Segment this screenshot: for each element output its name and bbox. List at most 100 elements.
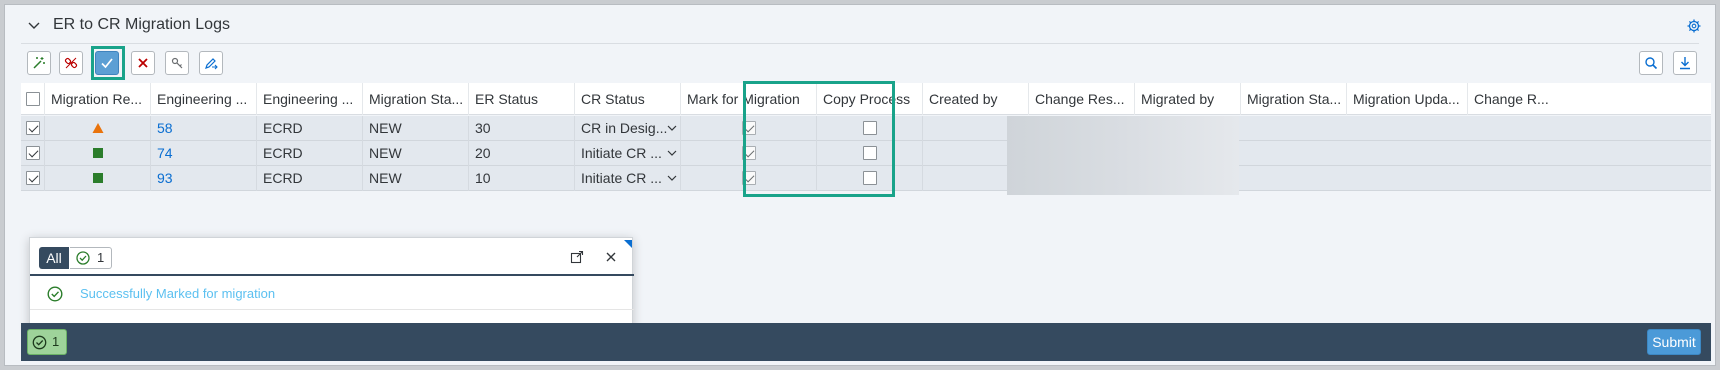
gear-icon[interactable] — [1687, 19, 1701, 33]
row-select-checkbox[interactable] — [26, 121, 40, 135]
unlink-button[interactable] — [59, 51, 83, 75]
engineering-type-cell: ECRD — [257, 166, 363, 191]
submit-button[interactable]: Submit — [1647, 329, 1701, 355]
resize-corner-icon — [624, 240, 632, 248]
copy-process-cell — [817, 116, 923, 141]
col-change-responsible[interactable]: Change Res... — [1029, 83, 1135, 115]
migration-result-cell — [45, 166, 151, 191]
col-engineering-type[interactable]: Engineering ... — [257, 83, 363, 115]
message-popover: All 1 Successfully Marked for migration — [29, 237, 634, 331]
copy-process-checkbox[interactable] — [863, 171, 877, 185]
select-all-cell — [21, 83, 45, 115]
download-icon — [1680, 57, 1690, 70]
message-popover-header: All 1 — [30, 238, 634, 276]
mark-for-migration-cell — [681, 141, 817, 166]
col-migration-updated[interactable]: Migration Upda... — [1347, 83, 1468, 115]
copy-process-cell — [817, 141, 923, 166]
copy-process-checkbox[interactable] — [863, 121, 877, 135]
detach-icon[interactable] — [570, 250, 584, 264]
filter-success-button[interactable]: 1 — [70, 247, 112, 269]
chevron-down-icon[interactable] — [667, 124, 677, 132]
engineering-type-cell: ECRD — [257, 141, 363, 166]
copy-process-checkbox[interactable] — [863, 146, 877, 160]
success-circle-icon — [32, 335, 47, 350]
table-row[interactable]: 74 ECRD NEW 20 Initiate CR ... — [21, 141, 1711, 166]
cross-icon — [138, 58, 148, 68]
success-circle-icon — [76, 251, 90, 265]
edit-arrow-icon — [205, 58, 218, 70]
filter-all-button[interactable]: All — [39, 247, 69, 269]
table-row[interactable]: 93 ECRD NEW 10 Initiate CR ... — [21, 166, 1711, 191]
chevron-down-icon[interactable] — [27, 19, 41, 33]
select-all-checkbox[interactable] — [26, 92, 40, 106]
key-user-icon — [171, 57, 183, 69]
cr-status-value: Initiate CR ... — [581, 170, 662, 186]
cr-status-value: Initiate CR ... — [581, 145, 662, 161]
success-square-icon — [93, 148, 103, 158]
edit-assign-button[interactable] — [199, 51, 223, 75]
search-icon — [1645, 57, 1658, 70]
assign-user-button[interactable] — [165, 51, 189, 75]
chevron-down-icon[interactable] — [667, 149, 677, 157]
migration-result-cell — [45, 116, 151, 141]
checkmark-icon — [101, 58, 113, 69]
generate-button[interactable] — [27, 51, 51, 75]
col-er-status[interactable]: ER Status — [469, 83, 575, 115]
filter-success-count: 1 — [97, 250, 105, 265]
col-cr-status[interactable]: CR Status — [575, 83, 681, 115]
row-select-cell — [21, 141, 45, 166]
unlink-icon — [64, 57, 78, 69]
magic-wand-icon — [33, 57, 45, 69]
row-select-checkbox[interactable] — [26, 146, 40, 160]
panel-title: ER to CR Migration Logs — [53, 16, 230, 33]
col-migrated-by[interactable]: Migrated by — [1135, 83, 1241, 115]
success-circle-icon — [47, 286, 63, 302]
migration-status-cell: NEW — [363, 166, 469, 191]
migration-result-cell — [45, 141, 151, 166]
col-engineering-number[interactable]: Engineering ... — [151, 83, 257, 115]
row-select-cell — [21, 116, 45, 141]
mark-for-migration-cell — [681, 116, 817, 141]
col-migration-result[interactable]: Migration Re... — [45, 83, 151, 115]
unmark-button[interactable] — [131, 51, 155, 75]
er-status-cell: 20 — [469, 141, 575, 166]
mark-for-migration-checkbox — [742, 121, 756, 135]
engineering-number-link[interactable]: 74 — [151, 141, 257, 166]
warning-triangle-icon — [92, 123, 104, 133]
mark-for-migration-button[interactable] — [95, 51, 119, 75]
message-text[interactable]: Successfully Marked for migration — [80, 286, 275, 301]
cr-status-select[interactable]: Initiate CR ... — [575, 141, 681, 166]
copy-process-cell — [817, 166, 923, 191]
engineering-number-link[interactable]: 58 — [151, 116, 257, 141]
row-select-checkbox[interactable] — [26, 171, 40, 185]
mark-for-migration-cell — [681, 166, 817, 191]
er-status-cell: 10 — [469, 166, 575, 191]
redacted-area — [1007, 116, 1239, 195]
col-change-reason[interactable]: Change R... — [1468, 83, 1711, 115]
message-indicator-button[interactable]: 1 — [27, 329, 67, 355]
panel-header[interactable]: ER to CR Migration Logs — [5, 5, 1717, 45]
chevron-down-icon[interactable] — [667, 174, 677, 182]
mark-for-migration-checkbox — [742, 171, 756, 185]
message-count: 1 — [52, 334, 60, 349]
search-button[interactable] — [1639, 51, 1663, 75]
table-row[interactable]: 58 ECRD NEW 30 CR in Desig... — [21, 116, 1711, 141]
migration-status-cell: NEW — [363, 116, 469, 141]
message-item[interactable]: Successfully Marked for migration — [30, 278, 634, 310]
col-mark-for-migration[interactable]: Mark for Migration — [681, 83, 817, 115]
engineering-number-link[interactable]: 93 — [151, 166, 257, 191]
cr-status-value: CR in Desig... — [581, 120, 668, 136]
cr-status-select[interactable]: CR in Desig... — [575, 116, 681, 141]
cr-status-select[interactable]: Initiate CR ... — [575, 166, 681, 191]
download-button[interactable] — [1673, 51, 1697, 75]
er-status-cell: 30 — [469, 116, 575, 141]
mark-for-migration-checkbox — [742, 146, 756, 160]
col-migration-status[interactable]: Migration Sta... — [363, 83, 469, 115]
app-frame: ER to CR Migration Logs Migration Re... … — [4, 4, 1716, 366]
col-copy-process[interactable]: Copy Process — [817, 83, 923, 115]
header-divider — [21, 43, 1699, 44]
footer-toolbar: 1 Submit — [21, 323, 1711, 361]
col-migration-start[interactable]: Migration Sta... — [1241, 83, 1347, 115]
close-icon[interactable] — [604, 250, 618, 264]
col-created-by[interactable]: Created by — [923, 83, 1029, 115]
